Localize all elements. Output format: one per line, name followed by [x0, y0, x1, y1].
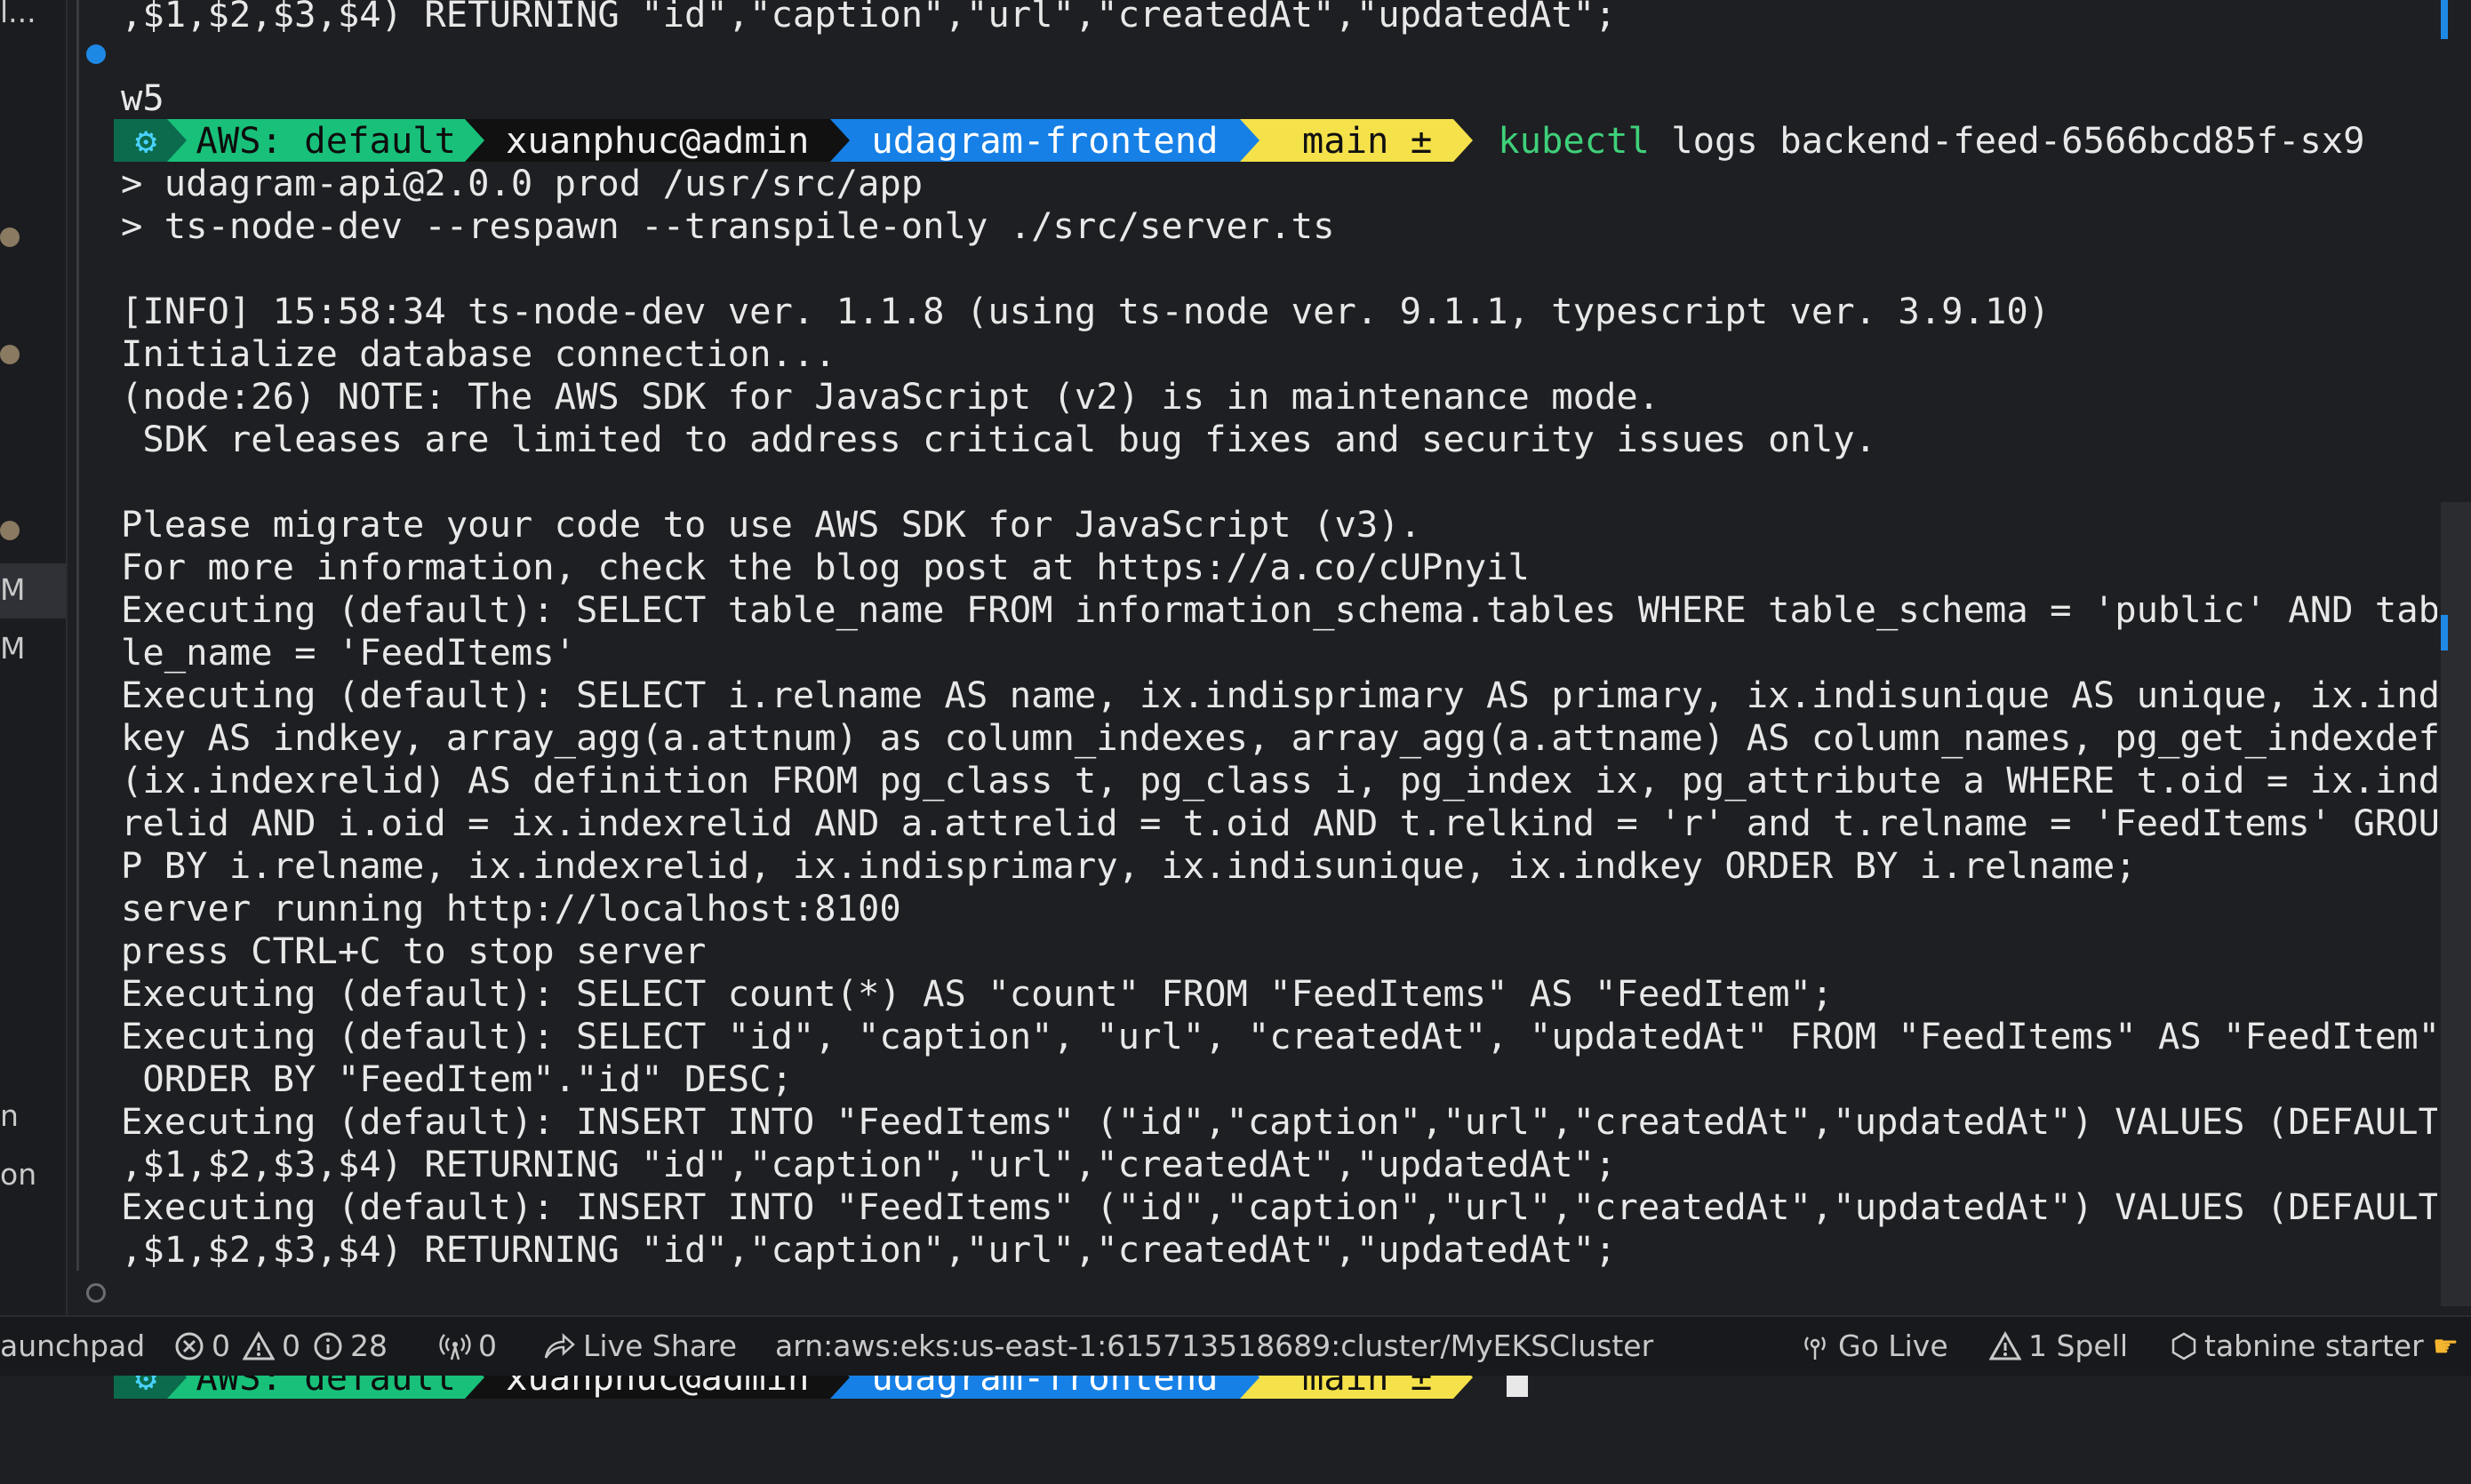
sidebar-item-label[interactable]: M	[0, 572, 25, 607]
terminal-line: ,$1,$2,$3,$4) RETURNING "id","caption","…	[121, 0, 1617, 36]
tabnine-label: tabnine starter	[2204, 1328, 2424, 1363]
sidebar-modified-dot	[0, 521, 20, 540]
explorer-sidebar-fragment: l... M M n on	[0, 0, 68, 1315]
terminal-line: Executing (default): SELECT count(*) AS …	[121, 972, 1834, 1015]
terminal-line: P BY i.relname, ix.indexrelid, ix.indisp…	[121, 844, 2137, 887]
live-share-icon	[544, 1333, 575, 1359]
terminal-line: ORDER BY "FeedItem"."id" DESC;	[121, 1057, 793, 1100]
powerline-separator	[1453, 119, 1474, 162]
cluster-arn: arn:aws:eks:us-east-1:615713518689:clust…	[775, 1328, 1654, 1363]
gear-icon: ⚙	[114, 119, 168, 162]
command-success-dot[interactable]	[86, 44, 106, 64]
warning-icon	[1989, 1331, 2021, 1360]
broadcast-icon	[1804, 1336, 1826, 1360]
sidebar-modified-dot	[0, 345, 20, 364]
tabnine-icon	[2171, 1332, 2196, 1360]
terminal-line: (ix.indexrelid) AS definition FROM pg_cl…	[121, 759, 2440, 802]
command-keyword: kubectl	[1498, 119, 1650, 162]
terminal-line: relid AND i.oid = ix.indexrelid AND a.at…	[121, 802, 2440, 844]
directory-segment: udagram-frontend	[850, 119, 1240, 162]
terminal-line: Executing (default): INSERT INTO "FeedIt…	[121, 1100, 2440, 1143]
live-share-button[interactable]: Live Share	[542, 1317, 737, 1376]
ports-count: 0	[478, 1328, 497, 1363]
scrollbar-marker	[2441, 615, 2448, 650]
info-icon	[314, 1332, 342, 1360]
sidebar-modified-dot	[0, 227, 20, 247]
terminal-line: > udagram-api@2.0.0 prod /usr/src/app	[121, 162, 924, 204]
terminal-line: Executing (default): SELECT "id", "capti…	[121, 1015, 2440, 1057]
terminal-line: Executing (default): INSERT INTO "FeedIt…	[121, 1185, 2440, 1228]
sidebar-item-label[interactable]: M	[0, 631, 25, 666]
terminal-line: le_name = 'FeedItems'	[121, 631, 577, 674]
error-count: 0	[212, 1328, 230, 1363]
aws-profile-segment: AWS: default	[187, 119, 465, 162]
problems-item[interactable]: 0 0 28	[174, 1317, 388, 1376]
launchpad-label: aunchpad	[0, 1328, 146, 1363]
git-branch-segment: main ±	[1259, 119, 1454, 162]
terminal-line: > ts-node-dev --respawn --transpile-only…	[121, 204, 1335, 247]
terminal-line: w5	[121, 76, 164, 119]
scrollbar-marker	[2441, 0, 2448, 39]
spell-check-item[interactable]: 1 Spell	[1989, 1317, 2128, 1376]
terminal-line: [INFO] 15:58:34 ts-node-dev ver. 1.1.8 (…	[121, 290, 2051, 332]
shell-prompt-current[interactable]: ⚙ AWS: default xuanphuc@admin udagram-fr…	[114, 1271, 1529, 1399]
tabnine-item[interactable]: tabnine starter ☛	[2171, 1317, 2459, 1376]
user-host-segment: xuanphuc@admin	[484, 119, 831, 162]
terminal-gutter-line	[76, 0, 79, 1271]
sidebar-item-label[interactable]: n	[0, 1098, 19, 1133]
terminal-line: server running http://localhost:8100	[121, 887, 901, 929]
broadcast-icon	[439, 1334, 471, 1360]
powerline-separator	[167, 119, 188, 162]
warning-count: 0	[282, 1328, 300, 1363]
launchpad-item[interactable]: aunchpad	[0, 1317, 145, 1376]
go-live-button[interactable]: Go Live	[1799, 1317, 1948, 1376]
command-pending-dot[interactable]	[86, 1283, 106, 1303]
sidebar-truncated-label: l...	[0, 0, 36, 29]
terminal-line: Executing (default): SELECT i.relname AS…	[121, 674, 2440, 716]
go-live-label: Go Live	[1838, 1328, 1948, 1363]
sidebar-item-label[interactable]: on	[0, 1157, 36, 1192]
status-bar: aunchpad 0 0 28 0 Live Share arn:aws:eks…	[0, 1315, 2471, 1376]
ports-item[interactable]: 0	[439, 1317, 497, 1376]
kube-context-item[interactable]: arn:aws:eks:us-east-1:615713518689:clust…	[775, 1317, 1653, 1376]
terminal-line: Executing (default): SELECT table_name F…	[121, 588, 2440, 631]
terminal-line: ,$1,$2,$3,$4) RETURNING "id","caption","…	[121, 1143, 1617, 1185]
terminal-line: ,$1,$2,$3,$4) RETURNING "id","caption","…	[121, 1228, 1617, 1271]
terminal-line: Initialize database connection...	[121, 332, 836, 375]
terminal-line: press CTRL+C to stop server	[121, 929, 707, 972]
terminal-line: SDK releases are limited to address crit…	[121, 418, 1877, 460]
powerline-separator	[830, 119, 851, 162]
info-count: 28	[350, 1328, 388, 1363]
error-icon	[175, 1332, 204, 1360]
terminal-line: (node:26) NOTE: The AWS SDK for JavaScri…	[121, 375, 1660, 418]
terminal-line: For more information, check the blog pos…	[121, 546, 1530, 588]
powerline-separator	[465, 119, 484, 162]
terminal-output[interactable]: ,$1,$2,$3,$4) RETURNING "id","caption","…	[114, 0, 2440, 1399]
spell-label: 1 Spell	[2028, 1328, 2129, 1363]
live-share-label: Live Share	[583, 1328, 738, 1363]
terminal-line: key AS indkey, array_agg(a.attnum) as co…	[121, 716, 2440, 759]
shell-prompt: ⚙ AWS: default xuanphuc@admin udagram-fr…	[114, 34, 2365, 162]
pointing-hand-icon: ☛	[2432, 1328, 2459, 1363]
command-args: logs backend-feed-6566bcd85f-sx9	[1649, 119, 2365, 162]
powerline-separator	[1239, 119, 1259, 162]
terminal-line: Please migrate your code to use AWS SDK …	[121, 503, 1421, 546]
warning-icon	[243, 1331, 275, 1360]
